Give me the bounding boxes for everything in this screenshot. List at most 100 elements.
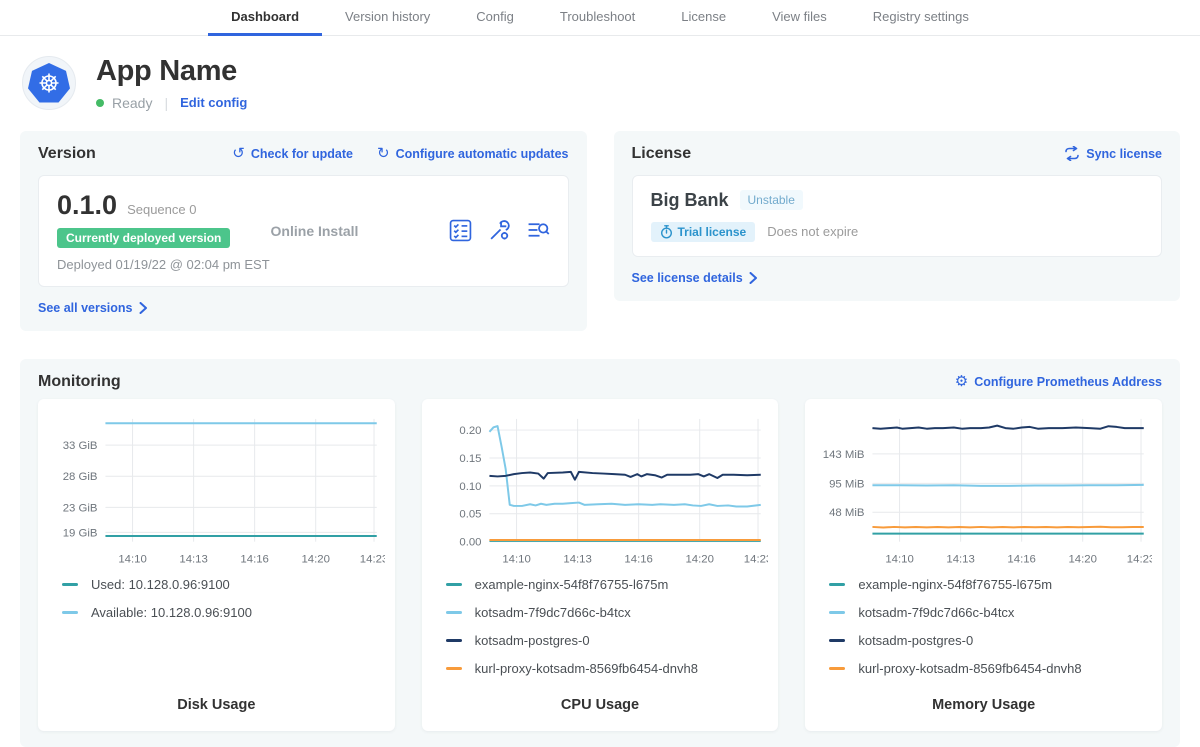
deployed-badge: Currently deployed version <box>57 228 230 248</box>
version-panel: Version ↺ Check for update ↻ Configure a… <box>20 131 587 331</box>
disk-usage-chart-card: 14:1014:1314:1614:2014:2333 GiB28 GiB23 … <box>38 399 395 731</box>
cpu-usage-plot: 14:1014:1314:1614:2014:230.200.150.100.0… <box>432 409 769 569</box>
tab-dashboard[interactable]: Dashboard <box>208 0 322 36</box>
svg-text:14:20: 14:20 <box>301 553 329 565</box>
kubernetes-icon <box>28 63 70 103</box>
svg-text:14:23: 14:23 <box>743 553 768 565</box>
gear-icon: ⚙ <box>955 374 968 389</box>
svg-text:48 MiB: 48 MiB <box>829 507 864 519</box>
cpu-usage-chart-card: 14:1014:1314:1614:2014:230.200.150.100.0… <box>422 399 779 731</box>
chevron-right-icon <box>139 302 148 314</box>
ready-status-dot <box>96 99 104 107</box>
cpu-usage-legend: example-nginx-54f8f76755-l675m kotsadm-7f… <box>446 577 769 676</box>
tab-license[interactable]: License <box>658 0 749 36</box>
page-title: App Name <box>96 56 247 88</box>
svg-text:143 MiB: 143 MiB <box>823 449 865 461</box>
chevron-right-icon <box>749 272 758 284</box>
check-for-update-button[interactable]: ↺ Check for update <box>232 146 353 161</box>
view-logs-icon[interactable] <box>527 219 550 242</box>
install-type-label: Online Install <box>271 190 449 272</box>
legend-label: kotsadm-postgres-0 <box>475 633 590 648</box>
svg-text:14:13: 14:13 <box>179 553 207 565</box>
tab-version-history[interactable]: Version history <box>322 0 453 36</box>
legend-color-dash <box>446 583 462 586</box>
svg-text:14:13: 14:13 <box>947 553 975 565</box>
legend-label: Available: 10.128.0.96:9100 <box>91 605 252 620</box>
disk-usage-title: Disk Usage <box>48 697 385 717</box>
legend-item: kotsadm-postgres-0 <box>446 633 769 648</box>
legend-item: kurl-proxy-kotsadm-8569fb6454-dnvh8 <box>446 661 769 676</box>
tab-view-files[interactable]: View files <box>749 0 850 36</box>
legend-color-dash <box>829 611 845 614</box>
clock-refresh-icon: ↻ <box>377 146 390 161</box>
license-panel: License Sync license Big Bank Unstable <box>614 131 1181 301</box>
legend-color-dash <box>62 611 78 614</box>
configure-prometheus-button[interactable]: ⚙ Configure Prometheus Address <box>955 374 1162 389</box>
legend-label: kotsadm-7f9dc7d66c-b4tcx <box>475 605 631 620</box>
customer-name: Big Bank <box>651 190 729 211</box>
svg-text:33 GiB: 33 GiB <box>63 440 98 452</box>
svg-text:23 GiB: 23 GiB <box>63 502 98 514</box>
legend-label: example-nginx-54f8f76755-l675m <box>475 577 669 592</box>
sync-license-button[interactable]: Sync license <box>1064 146 1162 161</box>
legend-color-dash <box>829 667 845 670</box>
channel-badge: Unstable <box>740 190 803 210</box>
memory-usage-legend: example-nginx-54f8f76755-l675m kotsadm-7f… <box>829 577 1152 676</box>
top-nav: Dashboard Version history Config Trouble… <box>0 0 1200 36</box>
stopwatch-icon <box>660 225 673 239</box>
legend-label: kurl-proxy-kotsadm-8569fb6454-dnvh8 <box>858 661 1081 676</box>
monitoring-title: Monitoring <box>38 373 121 391</box>
legend-item: kotsadm-7f9dc7d66c-b4tcx <box>446 605 769 620</box>
legend-item: kurl-proxy-kotsadm-8569fb6454-dnvh8 <box>829 661 1152 676</box>
legend-item: kotsadm-postgres-0 <box>829 633 1152 648</box>
tab-registry-settings[interactable]: Registry settings <box>850 0 992 36</box>
legend-label: kotsadm-7f9dc7d66c-b4tcx <box>858 605 1014 620</box>
svg-text:14:16: 14:16 <box>240 553 268 565</box>
svg-text:14:23: 14:23 <box>360 553 385 565</box>
legend-item: Available: 10.128.0.96:9100 <box>62 605 385 620</box>
legend-color-dash <box>829 639 845 642</box>
cpu-usage-title: CPU Usage <box>432 697 769 717</box>
legend-color-dash <box>446 639 462 642</box>
legend-item: kotsadm-7f9dc7d66c-b4tcx <box>829 605 1152 620</box>
license-details-card: Big Bank Unstable Trial license Does not… <box>632 175 1163 257</box>
edit-config-link[interactable]: Edit config <box>180 95 247 110</box>
license-panel-title: License <box>632 145 692 163</box>
memory-usage-title: Memory Usage <box>815 697 1152 717</box>
memory-usage-plot: 14:1014:1314:1614:2014:23143 MiB95 MiB48… <box>815 409 1152 569</box>
current-version-card: 0.1.0 Sequence 0 Currently deployed vers… <box>38 175 569 287</box>
svg-text:14:10: 14:10 <box>502 553 530 565</box>
tab-config[interactable]: Config <box>453 0 537 36</box>
svg-text:95 MiB: 95 MiB <box>829 478 864 490</box>
disk-usage-legend: Used: 10.128.0.96:9100Available: 10.128.… <box>62 577 385 620</box>
see-all-versions-link[interactable]: See all versions <box>38 301 148 315</box>
divider: | <box>164 95 168 111</box>
sequence-label: Sequence 0 <box>127 202 196 217</box>
svg-text:14:10: 14:10 <box>118 553 146 565</box>
svg-text:0.05: 0.05 <box>459 509 481 521</box>
legend-color-dash <box>446 667 462 670</box>
see-license-details-link[interactable]: See license details <box>632 271 758 285</box>
sync-icon <box>1064 146 1080 161</box>
app-header: App Name Ready | Edit config <box>0 36 1200 123</box>
disk-usage-plot: 14:1014:1314:1614:2014:2333 GiB28 GiB23 … <box>48 409 385 569</box>
legend-color-dash <box>446 611 462 614</box>
configure-automatic-updates-button[interactable]: ↻ Configure automatic updates <box>377 146 569 161</box>
refresh-icon: ↺ <box>232 146 245 161</box>
legend-item: example-nginx-54f8f76755-l675m <box>829 577 1152 592</box>
svg-text:14:20: 14:20 <box>1069 553 1097 565</box>
svg-text:19 GiB: 19 GiB <box>63 527 98 539</box>
svg-text:14:23: 14:23 <box>1127 553 1152 565</box>
svg-text:14:10: 14:10 <box>886 553 914 565</box>
configure-wrench-icon[interactable] <box>488 219 511 242</box>
svg-text:14:20: 14:20 <box>685 553 713 565</box>
legend-label: kotsadm-postgres-0 <box>858 633 973 648</box>
tab-troubleshoot[interactable]: Troubleshoot <box>537 0 658 36</box>
monitoring-panel: Monitoring ⚙ Configure Prometheus Addres… <box>20 359 1180 747</box>
status-label: Ready <box>112 95 152 111</box>
preflight-checks-icon[interactable] <box>449 219 472 242</box>
svg-text:0.00: 0.00 <box>459 537 481 549</box>
deployed-timestamp: Deployed 01/19/22 @ 02:04 pm EST <box>57 257 271 272</box>
svg-text:0.20: 0.20 <box>459 425 481 437</box>
version-panel-title: Version <box>38 145 96 163</box>
